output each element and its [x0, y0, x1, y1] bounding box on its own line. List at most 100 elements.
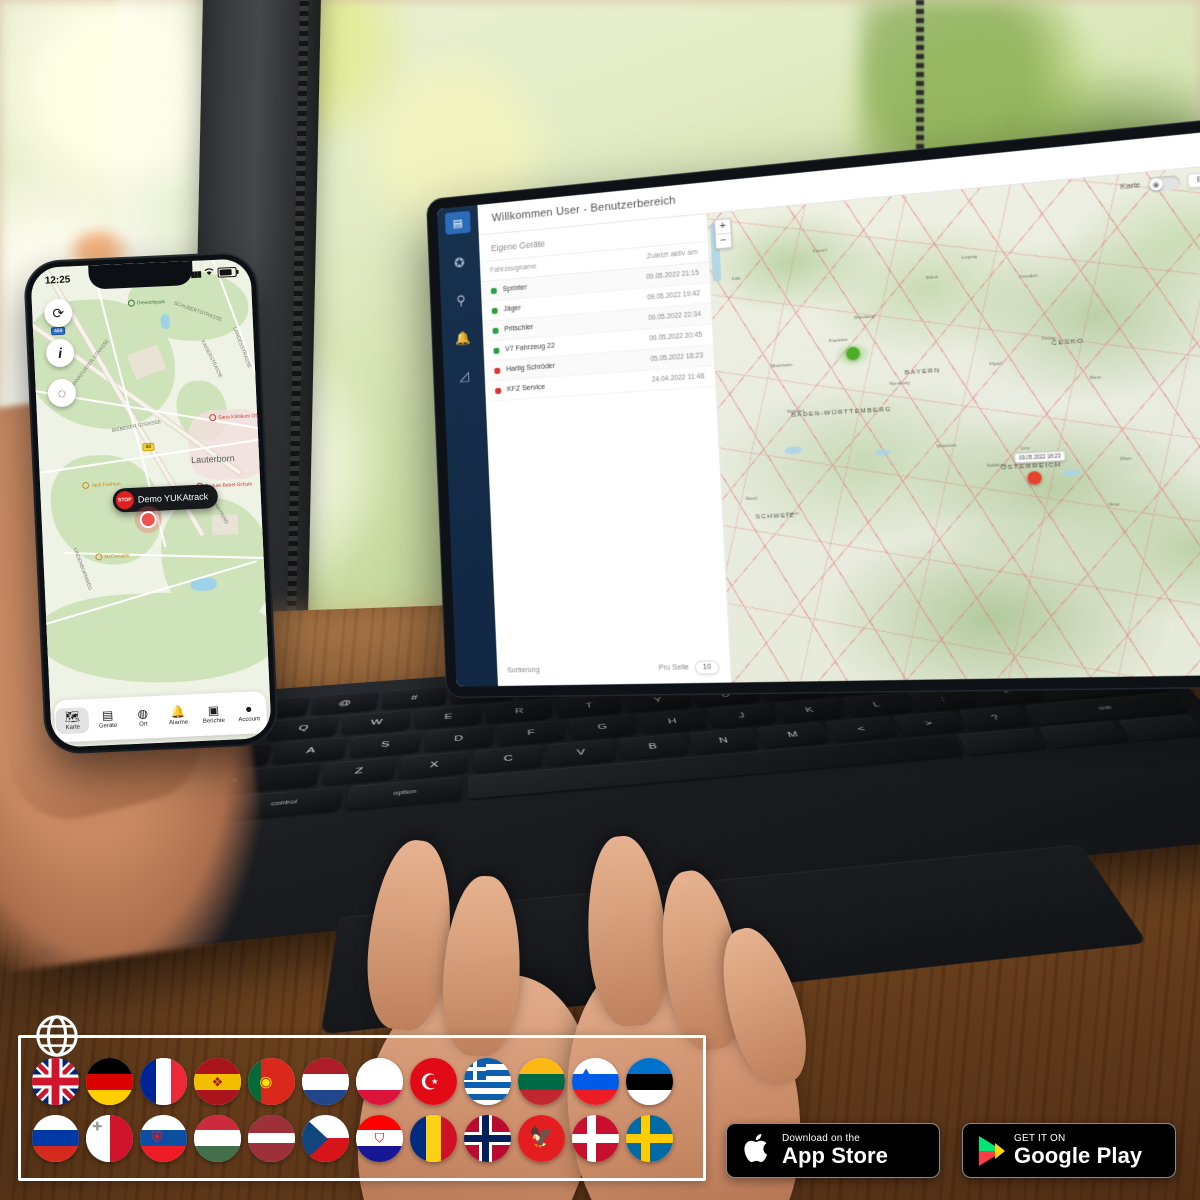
rows-per-page-select[interactable]: 10: [694, 660, 720, 675]
key-slash[interactable]: ?: [958, 705, 1033, 730]
key-a[interactable]: A: [273, 737, 348, 764]
flag-hu[interactable]: [194, 1114, 241, 1162]
key-r[interactable]: R: [486, 699, 553, 723]
key-s[interactable]: S: [349, 731, 421, 758]
key-t[interactable]: T: [556, 693, 623, 718]
location-icon[interactable]: ⚲: [456, 292, 466, 309]
key-n[interactable]: N: [688, 727, 760, 754]
alarm-icon[interactable]: 🔔: [454, 330, 470, 347]
map-type-toggle[interactable]: ◉: [1147, 174, 1181, 193]
phone-notch: [88, 260, 194, 290]
key-w[interactable]: W: [341, 710, 411, 735]
key-option[interactable]: option: [345, 776, 462, 810]
flag-pl[interactable]: [356, 1058, 403, 1106]
key-comma[interactable]: <: [825, 716, 898, 742]
flag-fr[interactable]: [140, 1058, 187, 1106]
key-d[interactable]: D: [424, 725, 493, 752]
flag-lv[interactable]: [248, 1114, 295, 1162]
key-f[interactable]: F: [497, 720, 566, 746]
devices-panel[interactable]: Eigene Geräte Fahrzeugname Zuletzt aktiv…: [478, 213, 732, 687]
key-k[interactable]: K: [774, 698, 846, 722]
smartphone-device[interactable]: 459 43 Dreieichpark Sana Klinikum Offenb…: [25, 253, 277, 753]
tab-account[interactable]: ● Account: [232, 699, 266, 726]
key-e[interactable]: E: [414, 704, 482, 729]
table-body[interactable]: Sprinter 09.05.2022 21:15 Jäger 09.05.2022 …: [480, 262, 716, 402]
key-g[interactable]: G: [568, 714, 637, 740]
device-name: V7 Fahrzeug 22: [505, 342, 555, 354]
vehicle-label-chip[interactable]: STOP Demo YUKAtrack: [112, 483, 219, 513]
key-b[interactable]: B: [617, 733, 689, 760]
key-arrow-right[interactable]: [1117, 714, 1200, 741]
flag-nl[interactable]: [302, 1058, 349, 1106]
key-q[interactable]: Q: [266, 715, 340, 741]
flag-ru[interactable]: [32, 1114, 79, 1162]
language-selector[interactable]: ❖ ◉ ☪ ⛰ ✚ ⛨ ⛉ 🦅: [18, 1015, 706, 1181]
device-icon: ▤: [101, 707, 114, 723]
flag-se[interactable]: [626, 1114, 673, 1162]
zoom-out-button[interactable]: −: [716, 234, 732, 249]
key-3[interactable]: #: [381, 686, 447, 710]
flag-al[interactable]: 🦅: [518, 1114, 565, 1162]
key-x[interactable]: X: [398, 751, 469, 779]
flag-hr[interactable]: ⛉: [356, 1114, 403, 1162]
dashboard-icon[interactable]: ✪: [454, 255, 465, 272]
store-badges[interactable]: Download on the App Store GET IT ON Goog…: [726, 1123, 1176, 1178]
key-2[interactable]: @: [310, 691, 379, 715]
key-arrow-left[interactable]: [1037, 721, 1129, 748]
app-store-big-text: App Store: [782, 1143, 889, 1169]
tablet-screen[interactable]: ▤ ✪ ⚲ 🔔 ◿ Willkommen User - Benutzerbere…: [436, 128, 1200, 687]
status-dot: [490, 287, 497, 294]
flag-gb[interactable]: [32, 1058, 79, 1106]
flag-grid[interactable]: ❖ ◉ ☪ ⛰ ✚ ⛨ ⛉ 🦅: [32, 1049, 692, 1171]
device-name: Hartig Schröder: [505, 362, 556, 374]
flag-es[interactable]: ❖: [194, 1058, 241, 1106]
fleet-map[interactable]: BADEN-WÜRTTEMBERG BAYERN ÖSTERREICH ČESK…: [707, 162, 1200, 683]
tab-karte[interactable]: 🗺 Karte: [55, 707, 90, 735]
status-time: 12:25: [44, 273, 71, 287]
flag-ro[interactable]: [410, 1114, 457, 1162]
flag-sk[interactable]: ⛨: [140, 1114, 187, 1162]
flag-cz[interactable]: [302, 1114, 349, 1162]
flag-pt[interactable]: ◉: [248, 1058, 295, 1106]
tab-alarme[interactable]: 🔔 Alarme: [161, 702, 195, 729]
flag-row-2[interactable]: ✚ ⛨ ⛉ 🦅: [32, 1114, 692, 1162]
key-option-right[interactable]: [956, 727, 1048, 755]
key-period[interactable]: >: [892, 711, 966, 736]
flag-tr[interactable]: ☪: [410, 1058, 457, 1106]
flag-gr[interactable]: [464, 1058, 511, 1106]
flag-si[interactable]: ⛰: [572, 1058, 619, 1106]
tablet-device[interactable]: ▤ ✪ ⚲ 🔔 ◿ Willkommen User - Benutzerbere…: [426, 114, 1200, 698]
map-zoom-controls[interactable]: + −: [713, 217, 733, 250]
tab-geräte[interactable]: ▤ Geräte: [91, 705, 125, 732]
map-city-erfurt: Erfurt: [926, 273, 939, 281]
flag-lt[interactable]: [518, 1058, 565, 1106]
tab-ort[interactable]: ◍ Ort: [126, 704, 160, 731]
tab-berichte[interactable]: ▣ Berichte: [197, 701, 231, 728]
flag-row-1[interactable]: ❖ ◉ ☪ ⛰: [32, 1058, 692, 1106]
device-name: Pritschler: [504, 323, 534, 334]
devices-table[interactable]: Fahrzeugname Zuletzt aktiv am Sprinter 09…: [479, 241, 729, 656]
tab-label: Berichte: [202, 717, 226, 725]
google-play-badge[interactable]: GET IT ON Google Play: [962, 1123, 1176, 1178]
flag-de[interactable]: [86, 1058, 133, 1106]
phone-screen[interactable]: 459 43 Dreieichpark Sana Klinikum Offenb…: [30, 258, 272, 748]
flag-mt[interactable]: ✚: [86, 1114, 133, 1162]
phone-map[interactable]: 459 43 Dreieichpark Sana Klinikum Offenb…: [30, 258, 272, 748]
app-store-badge[interactable]: Download on the App Store: [726, 1123, 940, 1178]
key-h[interactable]: H: [638, 708, 708, 734]
zoom-in-button[interactable]: +: [715, 219, 731, 235]
report-icon[interactable]: ◿: [459, 368, 469, 385]
map-toggle-label: Karte: [1120, 181, 1141, 192]
table-footer[interactable]: Sortierung Pro Seite 10: [497, 652, 731, 686]
flag-dk[interactable]: [572, 1114, 619, 1162]
flag-ee[interactable]: [626, 1058, 673, 1106]
key-v[interactable]: V: [546, 739, 616, 766]
flag-no[interactable]: [464, 1114, 511, 1162]
key-l[interactable]: L: [841, 692, 913, 717]
key-z[interactable]: Z: [321, 757, 396, 785]
key-c[interactable]: C: [474, 745, 543, 772]
poi-label-3: Jack Fashion: [90, 480, 121, 489]
status-dot: [493, 347, 500, 354]
key-m[interactable]: M: [757, 722, 829, 748]
key-j[interactable]: J: [706, 703, 777, 728]
